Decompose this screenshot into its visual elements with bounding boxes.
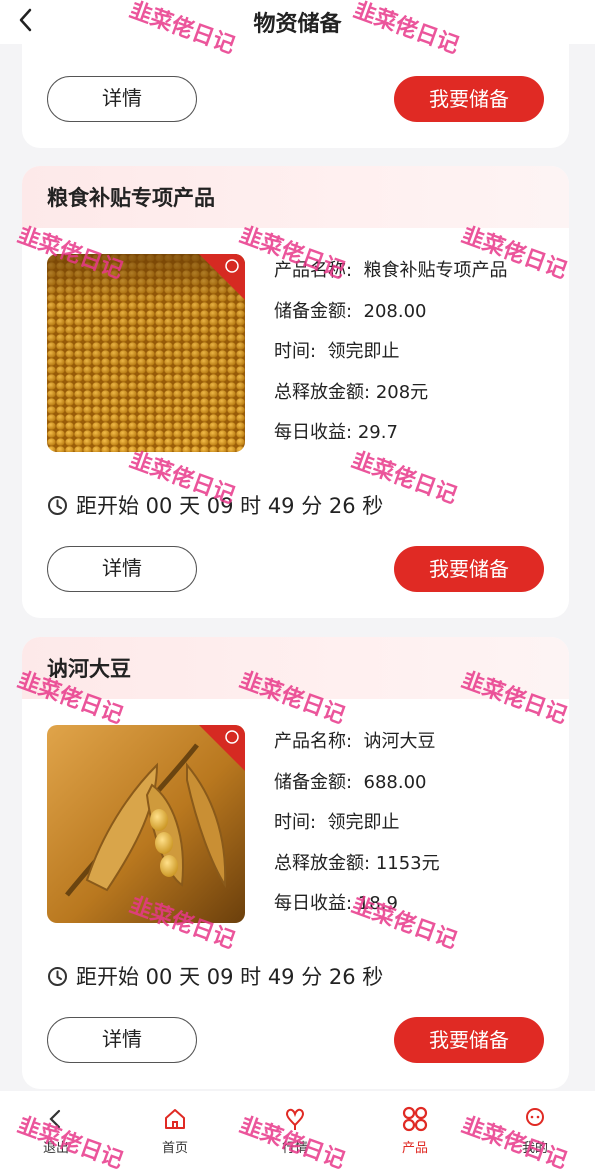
time-label: 时间: bbox=[274, 812, 317, 833]
tab-label: 行情 bbox=[281, 1141, 308, 1156]
countdown-text: 距开始 00 天 09 时 49 分 26 秒 bbox=[76, 965, 384, 989]
clock-icon bbox=[47, 495, 68, 516]
countdown: 距开始 00 天 09 时 49 分 26 秒 bbox=[47, 490, 383, 520]
reserve-button[interactable]: 我要储备 bbox=[394, 1017, 544, 1063]
detail-button[interactable]: 详情 bbox=[47, 76, 197, 122]
daily-value: 18.9 bbox=[357, 893, 398, 914]
product-name-label: 产品名称: bbox=[274, 260, 353, 281]
product-name-value: 粮食补贴专项产品 bbox=[363, 260, 508, 281]
release-label: 总释放金额: bbox=[274, 381, 371, 403]
page-title: 物资储备 bbox=[253, 12, 342, 37]
grid-icon bbox=[401, 1105, 429, 1133]
tab-home[interactable]: 首页 bbox=[135, 1105, 215, 1156]
bottom-tab-bar: 退出 首页 行情 产品 我的 bbox=[0, 1091, 595, 1176]
home-icon bbox=[161, 1105, 189, 1133]
tab-market[interactable]: 行情 bbox=[255, 1105, 335, 1156]
countdown: 距开始 00 天 09 时 49 分 26 秒 bbox=[47, 961, 383, 991]
exit-icon bbox=[42, 1105, 70, 1133]
countdown-text: 距开始 00 天 09 时 49 分 26 秒 bbox=[76, 494, 384, 518]
release-label: 总释放金额: bbox=[274, 852, 371, 874]
time-value: 领完即止 bbox=[327, 812, 400, 833]
daily-label: 每日收益: bbox=[274, 422, 353, 443]
soybeans-field-image bbox=[47, 254, 245, 452]
product-card-partial: 详情 我要储备 bbox=[22, 44, 569, 148]
soybean-pods-image bbox=[47, 725, 245, 923]
detail-button[interactable]: 详情 bbox=[47, 546, 197, 592]
reserve-button[interactable]: 我要储备 bbox=[394, 546, 544, 592]
daily-label: 每日收益: bbox=[274, 893, 353, 914]
card-title: 讷河大豆 bbox=[47, 657, 131, 681]
tab-label: 产品 bbox=[401, 1141, 428, 1156]
tab-label: 我的 bbox=[521, 1141, 548, 1156]
ribbon-badge bbox=[199, 725, 245, 771]
tab-label: 首页 bbox=[161, 1141, 188, 1156]
tab-exit[interactable]: 退出 bbox=[16, 1105, 96, 1156]
header-bar: 物资储备 bbox=[0, 0, 595, 44]
clock-icon bbox=[47, 966, 68, 987]
reserve-button[interactable]: 我要储备 bbox=[394, 76, 544, 122]
release-value: 1153元 bbox=[375, 852, 440, 874]
tab-mine[interactable]: 我的 bbox=[495, 1105, 575, 1156]
time-value: 领完即止 bbox=[327, 341, 400, 362]
product-card: 粮食补贴专项产品 产品名称: 粮食补贴专项产品 储备金额: 208.00 时间:… bbox=[22, 166, 569, 618]
tab-product[interactable]: 产品 bbox=[375, 1105, 455, 1156]
card-title: 粮食补贴专项产品 bbox=[47, 186, 215, 210]
ribbon-badge bbox=[199, 254, 245, 300]
amount-value: 208.00 bbox=[363, 300, 427, 322]
time-label: 时间: bbox=[274, 341, 317, 362]
amount-value: 688.00 bbox=[363, 771, 427, 793]
product-info: 产品名称: 粮食补贴专项产品 储备金额: 208.00 时间: 领完即止 总释放… bbox=[274, 256, 564, 459]
profile-icon bbox=[521, 1105, 549, 1133]
product-card: 讷河大豆 产品名称: 讷河大豆 储备金额: 688.00 时间: 领完即止 总释… bbox=[22, 637, 569, 1089]
card-header: 讷河大豆 bbox=[22, 637, 569, 699]
market-icon bbox=[281, 1105, 309, 1133]
tab-label: 退出 bbox=[42, 1141, 69, 1156]
detail-button[interactable]: 详情 bbox=[47, 1017, 197, 1063]
card-header: 粮食补贴专项产品 bbox=[22, 166, 569, 228]
daily-value: 29.7 bbox=[357, 422, 398, 443]
amount-label: 储备金额: bbox=[274, 771, 353, 793]
product-name-label: 产品名称: bbox=[274, 731, 353, 752]
amount-label: 储备金额: bbox=[274, 300, 353, 322]
product-info: 产品名称: 讷河大豆 储备金额: 688.00 时间: 领完即止 总释放金额: … bbox=[274, 727, 564, 930]
release-value: 208元 bbox=[375, 381, 429, 403]
product-name-value: 讷河大豆 bbox=[363, 731, 436, 752]
